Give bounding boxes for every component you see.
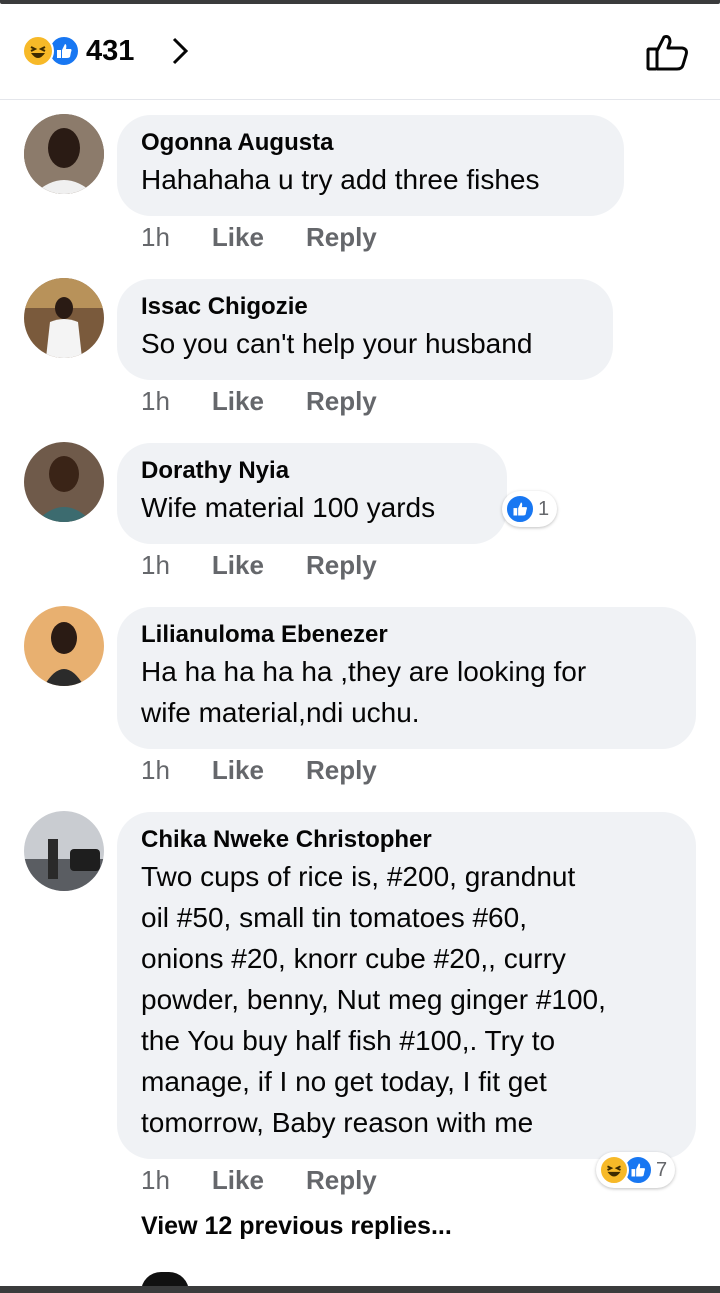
like-button[interactable]: Like	[212, 222, 264, 253]
comment-text: Hahahaha u try add three fishes	[141, 164, 540, 195]
comment-reactions[interactable]: 1	[502, 491, 558, 527]
reaction-summary[interactable]: 431	[22, 34, 134, 68]
comment-author[interactable]: Ogonna Augusta	[141, 127, 600, 159]
comment-actions: 1h Like Reply	[141, 1165, 419, 1196]
comment-time: 1h	[141, 755, 170, 785]
comment-text: Wife material 100 yards	[141, 492, 436, 523]
comment-bubble[interactable]: Issac Chigozie So you can't help your hu…	[117, 279, 613, 380]
haha-icon	[599, 1155, 629, 1185]
reply-button[interactable]: Reply	[306, 222, 377, 253]
comment-text: So you can't help your husband	[141, 328, 533, 359]
comment-actions: 1h Like Reply	[141, 386, 419, 417]
view-previous-replies-link[interactable]: View 12 previous replies...	[141, 1212, 452, 1241]
avatar[interactable]	[24, 278, 104, 358]
avatar[interactable]	[24, 442, 104, 522]
comment-actions: 1h Like Reply	[141, 222, 419, 253]
comment-author[interactable]: Chika Nweke Christopher	[141, 824, 672, 856]
reply-button[interactable]: Reply	[306, 755, 377, 786]
comment-author[interactable]: Issac Chigozie	[141, 291, 589, 323]
like-outline-icon[interactable]	[644, 32, 692, 74]
comment-time: 1h	[141, 386, 170, 416]
comment-text-line: powder, benny, Nut meg ginger #100,	[141, 984, 606, 1015]
comment-bubble[interactable]: Lilianuloma Ebenezer Ha ha ha ha ha ,the…	[117, 607, 696, 749]
comment-time: 1h	[141, 222, 170, 252]
comment-author[interactable]: Dorathy Nyia	[141, 455, 483, 487]
comment-actions: 1h Like Reply	[141, 550, 419, 581]
comment-bubble[interactable]: Ogonna Augusta Hahahaha u try add three …	[117, 115, 624, 216]
reply-button[interactable]: Reply	[306, 386, 377, 417]
like-button[interactable]: Like	[212, 550, 264, 581]
reply-button[interactable]: Reply	[306, 1165, 377, 1196]
comment-text-line: Two cups of rice is, #200, grandnut	[141, 861, 576, 892]
comment-text-line: onions #20, knorr cube #20,, curry	[141, 943, 566, 974]
comment-text-line: manage, if I no get today, I fit get	[141, 1066, 547, 1097]
comment-text-line: wife material,ndi uchu.	[141, 697, 420, 728]
reaction-count: 431	[86, 34, 135, 67]
comment-text-line: Ha ha ha ha ha ,they are looking for	[141, 656, 587, 687]
comment-reactions[interactable]: 7	[596, 1152, 676, 1188]
comment-bubble[interactable]: Dorathy Nyia Wife material 100 yards	[117, 443, 507, 544]
like-icon	[505, 494, 535, 524]
reaction-count: 1	[538, 497, 550, 520]
comment-actions: 1h Like Reply	[141, 755, 419, 786]
avatar[interactable]	[24, 606, 104, 686]
comment-bubble[interactable]: Chika Nweke Christopher Two cups of rice…	[117, 812, 696, 1159]
avatar[interactable]	[24, 811, 104, 891]
reaction-count: 7	[656, 1158, 668, 1181]
comment-text-line: oil #50, small tin tomatoes #60,	[141, 902, 527, 933]
comment-text-line: tomorrow, Baby reason with me	[141, 1107, 534, 1138]
like-button[interactable]: Like	[212, 1165, 264, 1196]
reactions-header: 431	[0, 4, 720, 100]
bottom-edge	[0, 1286, 720, 1293]
reply-button[interactable]: Reply	[306, 550, 377, 581]
haha-icon	[22, 35, 54, 67]
chevron-right-icon[interactable]	[168, 34, 192, 68]
comment-text-line: the You buy half fish #100,. Try to	[141, 1025, 556, 1056]
like-button[interactable]: Like	[212, 386, 264, 417]
comment-time: 1h	[141, 1165, 170, 1195]
comment-time: 1h	[141, 550, 170, 580]
avatar[interactable]	[24, 114, 104, 194]
comment-author[interactable]: Lilianuloma Ebenezer	[141, 619, 672, 651]
like-button[interactable]: Like	[212, 755, 264, 786]
